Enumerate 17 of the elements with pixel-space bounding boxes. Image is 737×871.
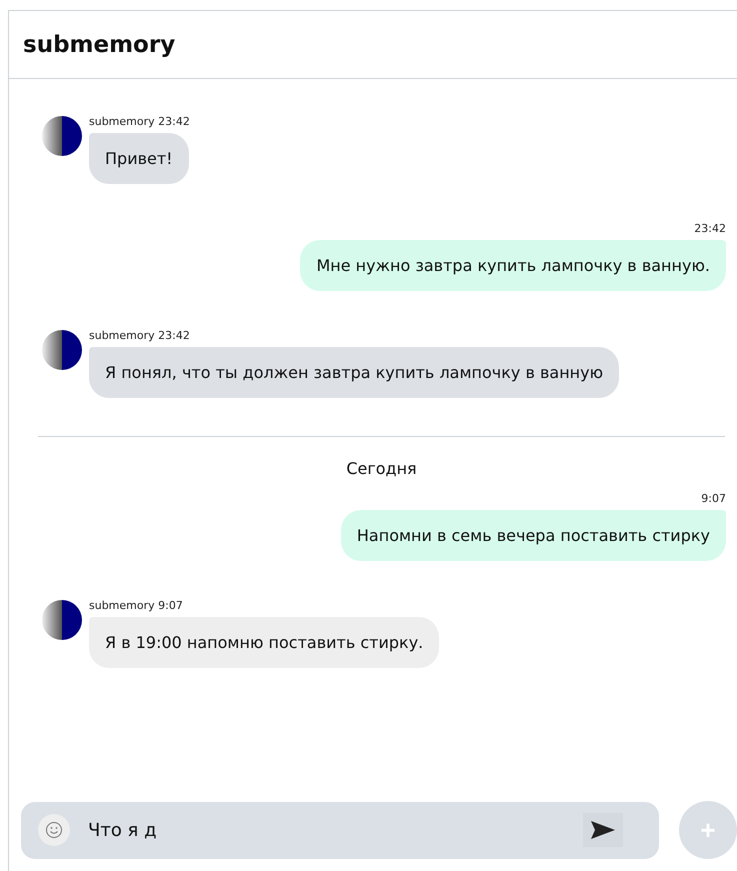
date-separator: Сегодня: [346, 459, 417, 478]
message-meta: submemory 23:42: [89, 115, 190, 128]
avatar-icon: [41, 599, 83, 641]
avatar-icon: [41, 115, 83, 157]
send-icon[interactable]: [583, 812, 623, 846]
message-bubble: Напомни в семь вечера поставить стирку: [340, 510, 726, 561]
message-time: 23:42: [694, 222, 726, 235]
chat-title: submemory: [23, 32, 176, 58]
message-time: 9:07: [701, 492, 726, 505]
message-bubble: Я в 19:00 напомню поставить стирку.: [89, 617, 440, 668]
message-meta: submemory 9:07: [89, 599, 183, 612]
message-input[interactable]: Что я д: [21, 802, 659, 858]
message-bubble: Привет!: [89, 133, 189, 184]
message-meta: submemory 23:42: [89, 329, 190, 342]
avatar-icon: [41, 329, 83, 371]
message-bubble: Мне нужно завтра купить лампочку в ванную.: [300, 240, 726, 291]
message-bubble: Я понял, что ты должен завтра купить лампочку в ванную: [89, 347, 620, 398]
